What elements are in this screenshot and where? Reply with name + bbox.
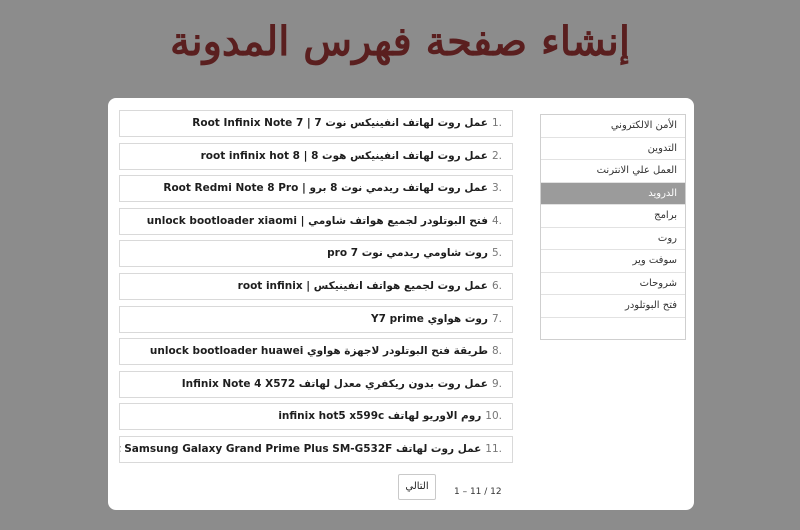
category-sidebar: الأمن الالكتروني التدوين العمل علي الانت… — [540, 114, 686, 340]
post-link-1[interactable]: .1عمل روت لهاتف انفينيكس نوت 7 | Root In… — [119, 110, 513, 137]
post-number: .5 — [491, 247, 502, 260]
post-number: .7 — [491, 312, 502, 325]
post-title: طريقة فتح البوتلودر لاجهزة هواوي unlock … — [149, 345, 488, 358]
post-link-3[interactable]: .3عمل روت لهاتف ريدمي نوت 8 برو | Root R… — [119, 175, 513, 203]
post-title: فتح البوتلودر لجميع هواتف شاومي | unlock… — [146, 214, 488, 227]
post-number: .9 — [491, 377, 502, 390]
post-link-10[interactable]: .10روم الاوريو لهاتف infinix hot5 x599c — [119, 403, 513, 431]
sidebar-item-root[interactable]: روت — [541, 228, 685, 250]
post-number: .11 — [485, 442, 502, 455]
post-number: .8 — [491, 345, 502, 358]
posts-list: .1عمل روت لهاتف انفينيكس نوت 7 | Root In… — [119, 110, 513, 469]
post-number: .3 — [491, 182, 502, 195]
blog-index-panel: .1عمل روت لهاتف انفينيكس نوت 7 | Root In… — [108, 98, 694, 510]
post-number: .1 — [491, 117, 502, 129]
post-title: روت شاومي ريدمي نوت 7 pro — [327, 247, 488, 260]
post-link-9[interactable]: .9عمل روت بدون ريكفري معدل لهاتف Infinix… — [119, 370, 513, 398]
post-number: .10 — [485, 410, 502, 423]
post-title: عمل روت لهاتف انفينيكس نوت 7 | Root Infi… — [192, 117, 488, 129]
post-number: .4 — [491, 214, 502, 227]
post-title: عمل روت لهاتف ريدمي نوت 8 برو | Root Red… — [163, 182, 488, 195]
sidebar-item-online-work[interactable]: العمل علي الانترنت — [541, 160, 685, 183]
page-title: إنشاء صفحة فهرس المدونة — [170, 18, 630, 65]
sidebar-item-android[interactable]: الدرويد — [541, 182, 685, 205]
sidebar-item-software[interactable]: برامج — [541, 205, 685, 228]
post-link-6[interactable]: .6عمل روت لجميع هواتف انفينيكس | root in… — [119, 272, 513, 300]
post-number: .2 — [491, 149, 502, 162]
sidebar-item-security[interactable]: الأمن الالكتروني — [541, 115, 685, 138]
sidebar-item-bootloader[interactable]: فتح البوتلودر — [541, 295, 685, 318]
post-title: روت هواوي Y7 prime — [371, 312, 488, 325]
post-link-5[interactable]: .5روت شاومي ريدمي نوت 7 pro — [119, 240, 513, 268]
post-link-4[interactable]: .4فتح البوتلودر لجميع هواتف شاومي | unlo… — [119, 207, 513, 235]
next-page-button[interactable]: التالي — [398, 474, 436, 500]
post-title: روم الاوريو لهاتف infinix hot5 x599c — [278, 410, 482, 423]
post-link-7[interactable]: .7روت هواوي Y7 prime — [119, 305, 513, 333]
post-title: عمل روت لجميع هواتف انفينيكس | root infi… — [237, 279, 488, 292]
sidebar-item-tutorials[interactable]: شروحات — [541, 273, 685, 295]
post-link-11[interactable]: .11عمل روت لهاتف Root Samsung Galaxy Gra… — [119, 435, 513, 463]
sidebar-item-firmware[interactable]: سوفت وير — [541, 250, 685, 273]
post-number: .6 — [491, 279, 502, 292]
pagination-range: 1 – 11 / 12 — [454, 487, 502, 497]
post-title: عمل روت لهاتف Root Samsung Galaxy Grand … — [119, 442, 482, 455]
post-link-8[interactable]: .8طريقة فتح البوتلودر لاجهزة هواوي unloc… — [119, 338, 513, 366]
post-title: عمل روت بدون ريكفري معدل لهاتف Infinix N… — [181, 377, 488, 390]
post-link-2[interactable]: .2عمل روت لهاتف انفينيكس هوت 8 | root in… — [119, 142, 513, 170]
post-title: عمل روت لهاتف انفينيكس هوت 8 | root infi… — [200, 149, 488, 162]
sidebar-item-blogging[interactable]: التدوين — [541, 138, 685, 160]
